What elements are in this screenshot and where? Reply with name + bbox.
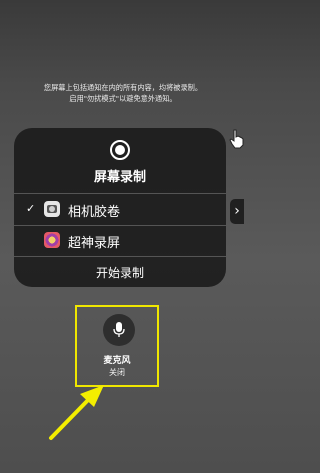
chevron-right-icon[interactable]: › bbox=[230, 199, 244, 224]
divider bbox=[14, 193, 226, 194]
record-icon bbox=[110, 140, 130, 160]
hand-cursor-icon bbox=[229, 129, 244, 149]
card-title: 屏幕录制 bbox=[93, 170, 146, 185]
start-recording-button[interactable]: 开始录制 bbox=[14, 264, 226, 281]
checkmark-icon: ✓ bbox=[26, 202, 36, 215]
recording-notice: 您屏幕上包括通知在内的所有内容，均将被录制。 启用"勿扰模式"以避免意外通知。 bbox=[8, 82, 238, 104]
option-camera-roll[interactable]: ✓ 相机胶卷 bbox=[14, 197, 226, 223]
microphone-label: 麦克风 bbox=[103, 356, 131, 366]
microphone-icon bbox=[113, 322, 125, 337]
option-label-camera-roll: 相机胶卷 bbox=[68, 205, 121, 220]
option-super-recorder[interactable]: 超神录屏 bbox=[14, 228, 226, 254]
microphone-highlight-box: 麦克风 关闭 bbox=[75, 305, 159, 387]
option-label-super-recorder: 超神录屏 bbox=[68, 236, 121, 251]
divider bbox=[14, 225, 226, 226]
notice-line-1: 您屏幕上包括通知在内的所有内容，均将被录制。 bbox=[43, 83, 203, 92]
camera-roll-icon bbox=[44, 201, 60, 217]
notice-line-2: 启用"勿扰模式"以避免意外通知。 bbox=[69, 94, 177, 103]
divider bbox=[14, 256, 226, 257]
microphone-state: 关闭 bbox=[109, 368, 125, 377]
super-recorder-icon bbox=[44, 232, 60, 248]
arrow-pointer-icon bbox=[49, 385, 104, 440]
screen-recording-card: 屏幕录制 ✓ 相机胶卷 超神录屏 开始录制 bbox=[14, 128, 226, 287]
microphone-button[interactable] bbox=[103, 314, 135, 346]
